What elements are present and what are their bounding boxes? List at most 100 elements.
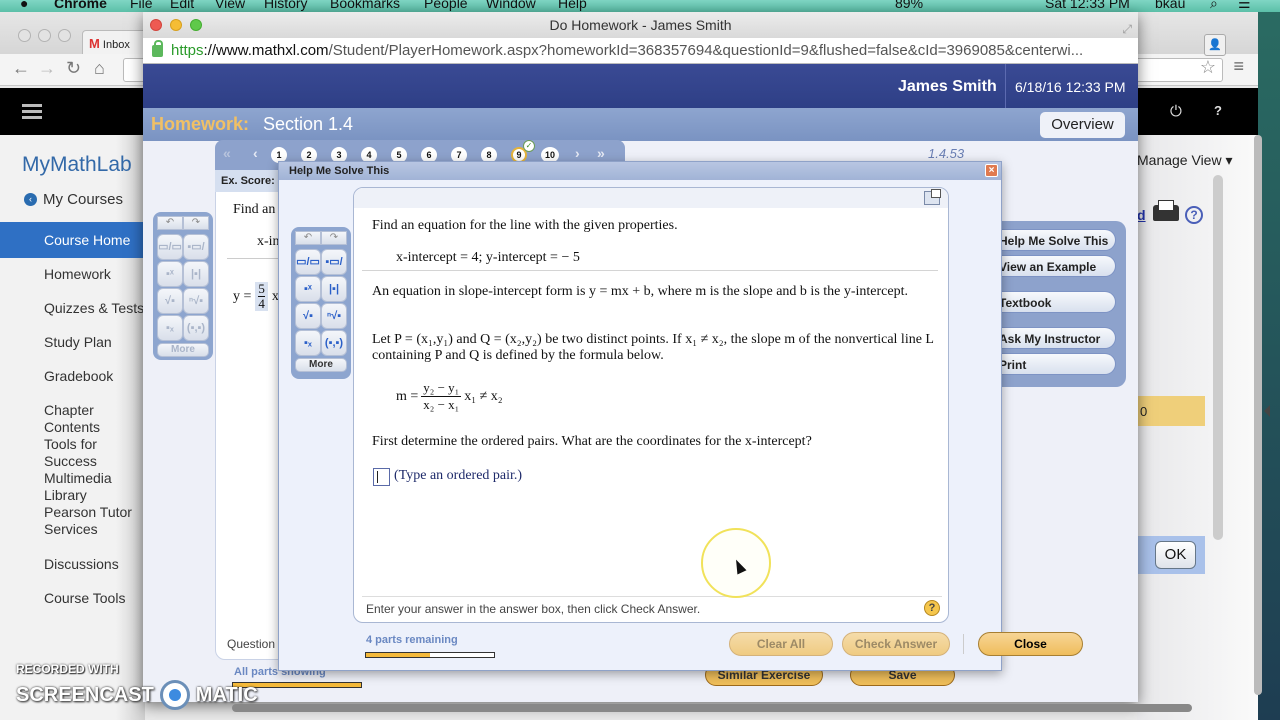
sidebar-item-homework[interactable]: Homework xyxy=(0,266,145,283)
spotlight-icon[interactable]: ⌕ xyxy=(1210,0,1218,12)
overview-button[interactable]: Overview xyxy=(1040,112,1125,138)
home-icon[interactable]: ⌂ xyxy=(94,58,105,79)
page-scrollbar[interactable] xyxy=(1254,135,1262,695)
menu-people[interactable]: People xyxy=(424,0,468,11)
back-arrow-icon[interactable]: ← xyxy=(12,58,30,79)
nth-root-button[interactable]: ⁿ√▪ xyxy=(321,303,347,329)
last-question-button[interactable]: » xyxy=(597,145,605,161)
window-close-button[interactable] xyxy=(150,19,162,31)
first-question-button[interactable]: « xyxy=(223,145,231,161)
help-icon[interactable]: ? xyxy=(1214,103,1222,118)
mixed-number-button[interactable]: ▪▭/▭ xyxy=(321,249,347,292)
profile-icon[interactable]: 👤 xyxy=(1204,34,1226,56)
notification-center-icon[interactable]: ☰ xyxy=(1238,0,1251,12)
parts-progress-bar xyxy=(365,652,495,658)
power-icon[interactable]: ⏻ xyxy=(1170,103,1182,120)
parts-progress-fill xyxy=(366,653,430,657)
menu-edit[interactable]: Edit xyxy=(170,0,194,11)
more-button[interactable]: More xyxy=(157,343,209,357)
subscript-button[interactable]: ▪ₓ xyxy=(295,330,321,356)
traffic-light-minimize[interactable] xyxy=(38,29,51,42)
sidebar-item-gradebook[interactable]: Gradebook xyxy=(0,368,145,385)
collapse-arrow-icon[interactable] xyxy=(1264,405,1270,417)
content-scrollbar[interactable] xyxy=(1213,175,1223,540)
check-answer-button[interactable]: Check Answer xyxy=(842,632,950,656)
sidebar-item-tools-for-success[interactable]: Tools for Success xyxy=(0,436,145,470)
ok-button[interactable]: OK xyxy=(1155,541,1196,569)
close-button[interactable]: Close xyxy=(978,632,1083,656)
hamburger-menu-icon[interactable] xyxy=(22,104,42,120)
absolute-value-button[interactable]: |▪| xyxy=(321,276,347,302)
sidebar-item-multimedia-library[interactable]: Multimedia Library xyxy=(0,470,145,504)
parts-remaining-label: 4 parts remaining xyxy=(366,634,458,646)
chrome-menu-icon[interactable]: ≡ xyxy=(1233,56,1244,77)
square-root-button[interactable]: √▪ xyxy=(157,288,183,314)
sidebar-item-discussions[interactable]: Discussions xyxy=(0,556,145,573)
horizontal-scrollbar[interactable] xyxy=(232,704,1192,712)
sidebar-item-course-tools[interactable]: Course Tools xyxy=(0,590,145,607)
sidebar-item-pearson-tutor[interactable]: Pearson Tutor Services xyxy=(0,504,145,538)
formula-fraction: y₂ − y₁ x₂ − x₁ xyxy=(421,380,462,413)
absolute-value-button[interactable]: |▪| xyxy=(183,261,209,287)
apple-icon[interactable]: ● xyxy=(20,0,28,11)
undo-button[interactable]: ↶ xyxy=(295,231,321,245)
menu-bookmarks[interactable]: Bookmarks xyxy=(330,0,400,11)
menu-app-name[interactable]: Chrome xyxy=(54,0,107,11)
prev-question-button[interactable]: ‹ xyxy=(253,145,258,161)
traffic-light-close[interactable] xyxy=(18,29,31,42)
answer-input[interactable] xyxy=(373,468,390,486)
mixed-number-button[interactable]: ▪▭/▭ xyxy=(183,234,209,277)
fraction-button[interactable]: ▭/▭ xyxy=(295,249,321,275)
traffic-light-zoom[interactable] xyxy=(58,29,71,42)
view-an-example-button[interactable]: View an Example xyxy=(996,255,1116,277)
homework-window: Do Homework - James Smith ⤢ https://www.… xyxy=(143,12,1138,702)
more-button[interactable]: More xyxy=(295,358,347,372)
window-zoom-button[interactable] xyxy=(190,19,202,31)
sidebar-item-study-plan[interactable]: Study Plan xyxy=(0,334,145,351)
popout-icon[interactable] xyxy=(924,189,941,205)
help-circle-icon[interactable]: ? xyxy=(1185,206,1203,224)
square-root-button[interactable]: √▪ xyxy=(295,303,321,329)
help-me-solve-this-button[interactable]: Help Me Solve This xyxy=(996,229,1116,251)
menu-history[interactable]: History xyxy=(264,0,308,11)
textbook-button[interactable]: Textbook xyxy=(996,291,1116,313)
manage-view-dropdown[interactable]: Manage View ▾ xyxy=(1137,152,1233,169)
tab-inbox[interactable]: M Inbox xyxy=(82,30,152,54)
exponent-button[interactable]: ▪ˣ xyxy=(157,261,183,287)
ask-my-instructor-button[interactable]: Ask My Instructor xyxy=(996,327,1116,349)
forward-arrow-icon[interactable]: → xyxy=(38,58,56,79)
sidebar-item-chapter-contents[interactable]: Chapter Contents xyxy=(0,402,145,436)
nth-root-button[interactable]: ⁿ√▪ xyxy=(183,288,209,314)
menu-window[interactable]: Window xyxy=(486,0,536,11)
print-button[interactable]: Print xyxy=(996,353,1116,375)
formula-numerator: y₂ − y₁ xyxy=(421,380,462,397)
menu-help[interactable]: Help xyxy=(558,0,587,11)
my-courses-link[interactable]: ‹ My Courses xyxy=(24,191,123,208)
window-title: Do Homework - James Smith xyxy=(549,17,732,33)
menu-user[interactable]: bkau xyxy=(1155,0,1185,11)
menu-view[interactable]: View xyxy=(215,0,245,11)
fraction-button[interactable]: ▭/▭ xyxy=(157,234,183,260)
sidebar-item-course-home[interactable]: Course Home xyxy=(0,222,145,258)
window-minimize-button[interactable] xyxy=(170,19,182,31)
sidebar-item-quizzes-tests[interactable]: Quizzes & Tests xyxy=(0,300,145,317)
clear-all-button[interactable]: Clear All xyxy=(729,632,833,656)
url-bar[interactable]: https://www.mathxl.com/Student/PlayerHom… xyxy=(143,38,1138,64)
menu-clock[interactable]: Sat 12:33 PM xyxy=(1045,0,1130,11)
ordered-pair-button[interactable]: (▪,▪) xyxy=(183,315,209,341)
bookmark-star-icon[interactable]: ☆ xyxy=(1200,57,1216,78)
redo-button[interactable]: ↷ xyxy=(183,216,209,230)
undo-button[interactable]: ↶ xyxy=(157,216,183,230)
mml-sidebar: MyMathLab ‹ My Courses Course Home Homewo… xyxy=(0,135,145,720)
subscript-button[interactable]: ▪ₓ xyxy=(157,315,183,341)
help-icon[interactable]: ? xyxy=(924,600,940,616)
reload-icon[interactable]: ↻ xyxy=(66,58,81,79)
ordered-pair-button[interactable]: (▪,▪) xyxy=(321,330,347,356)
menu-file[interactable]: File xyxy=(130,0,153,11)
exponent-button[interactable]: ▪ˣ xyxy=(295,276,321,302)
print-link[interactable]: d xyxy=(1137,207,1146,223)
next-question-button[interactable]: › xyxy=(575,145,580,161)
dialog-close-icon[interactable]: × xyxy=(985,164,998,177)
redo-button[interactable]: ↷ xyxy=(321,231,347,245)
printer-icon[interactable] xyxy=(1153,200,1179,221)
